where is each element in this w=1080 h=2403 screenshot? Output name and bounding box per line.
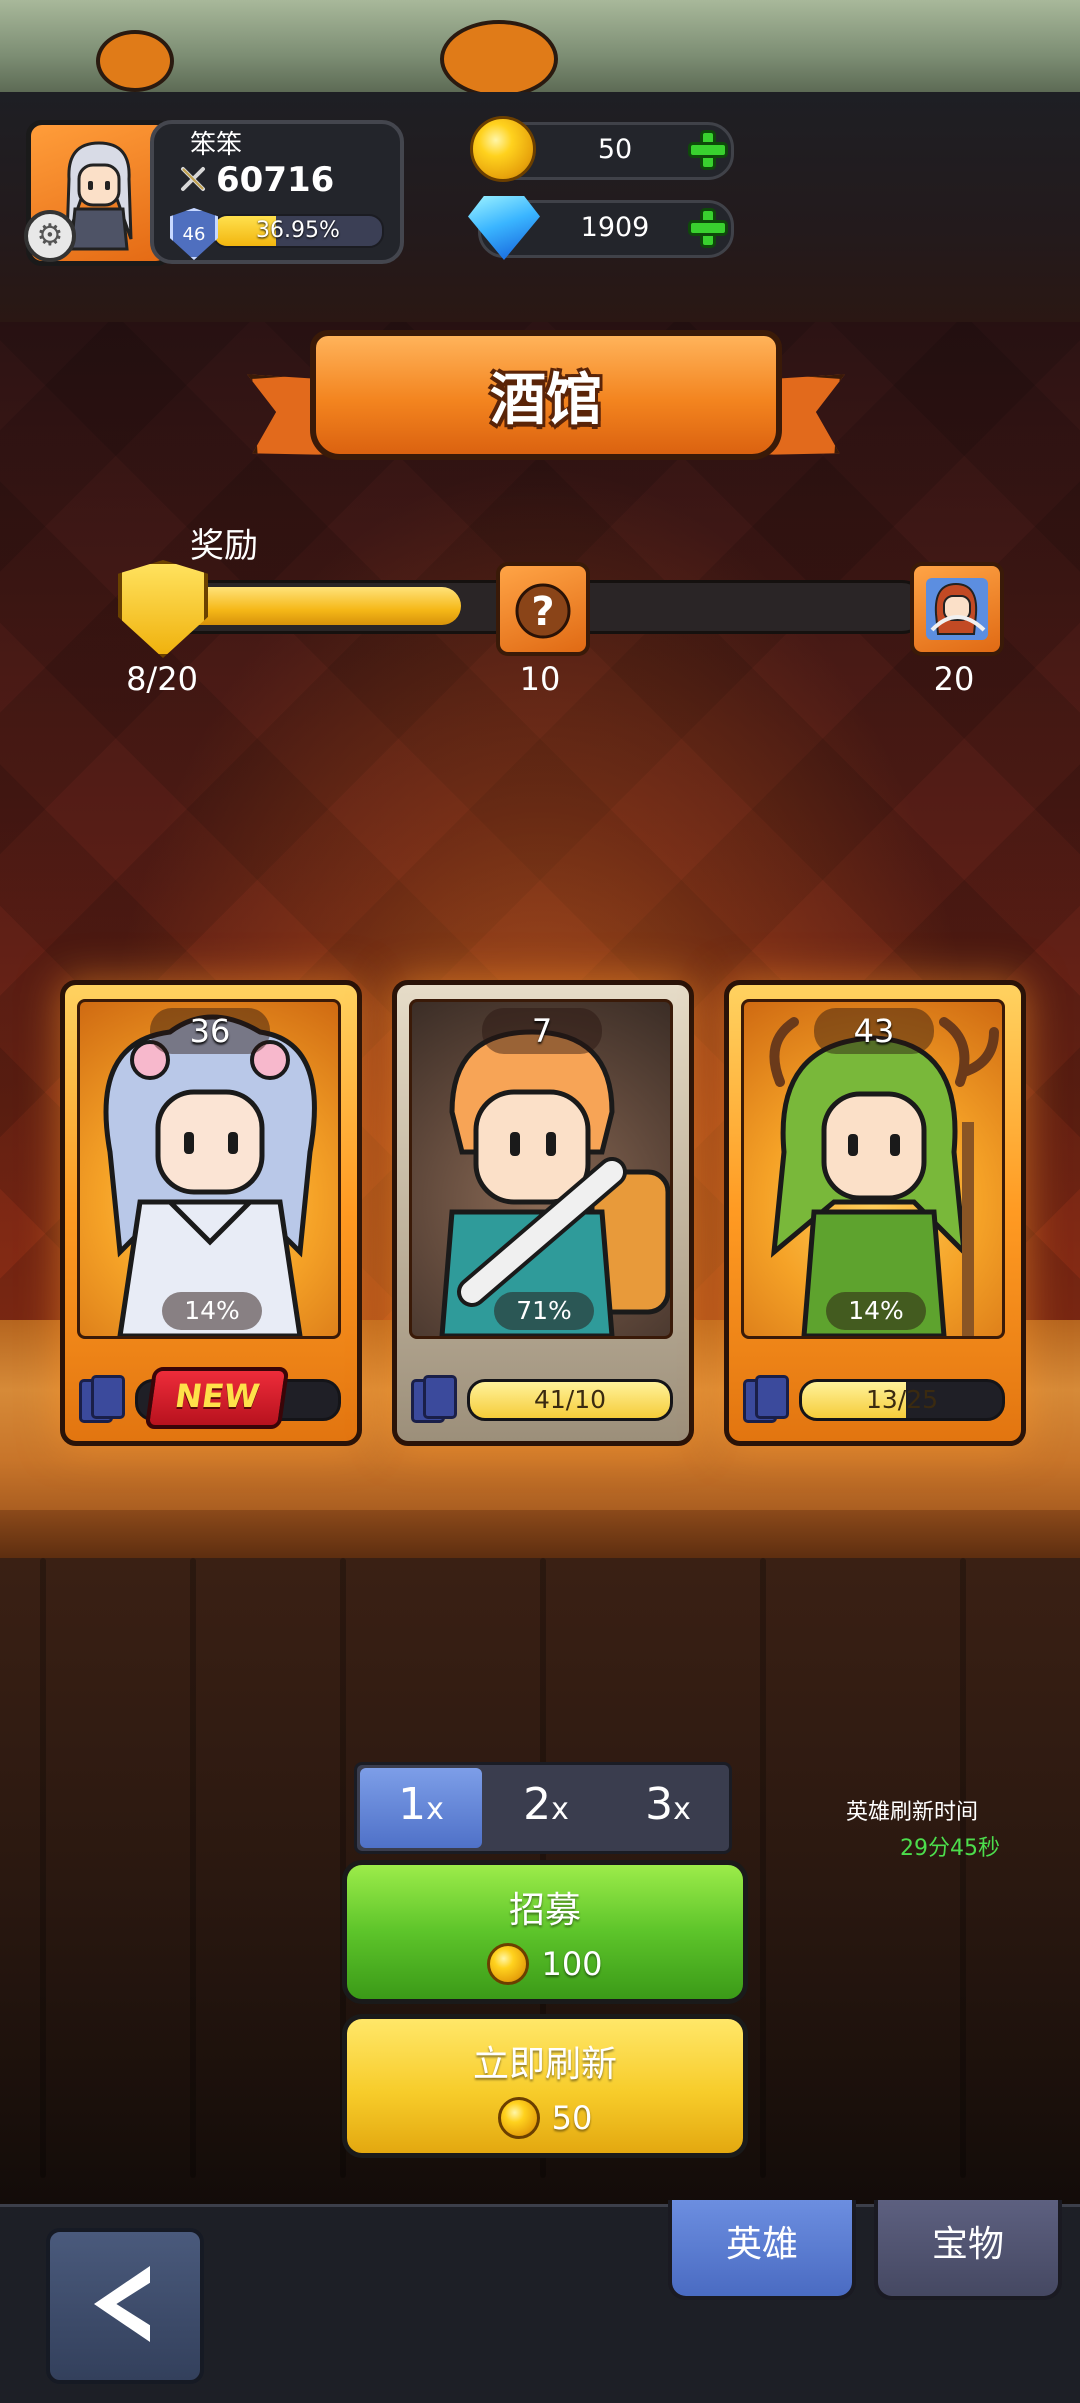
page-title: 酒馆 (490, 367, 602, 433)
multiplier-value: 1 (398, 1779, 427, 1830)
cards-icon (411, 1373, 457, 1423)
hero-art: 36 14% (77, 999, 341, 1339)
hero-recruit-rate: 14% (826, 1292, 926, 1330)
recruit-button[interactable]: 招募 100 (342, 1860, 748, 2004)
recruit-button-label: 招募 (508, 1890, 581, 1931)
reward-milestone-2: 20 (933, 660, 975, 698)
tab-treasures[interactable]: 宝物 (874, 2200, 1062, 2300)
hero-reward-chest[interactable] (910, 562, 1004, 656)
add-gem-button[interactable] (684, 204, 732, 252)
hero-art: 7 71% (409, 999, 673, 1339)
gold-coin-icon (470, 116, 536, 182)
hero-level: 36 (150, 1008, 270, 1054)
exp-percent: 36.95% (256, 218, 340, 243)
gear-icon[interactable]: ⚙ (24, 210, 76, 262)
hero-card-2[interactable]: 7 71% 41/10 (392, 980, 694, 1446)
exp-progress-bar: 36.95% (212, 214, 384, 248)
reward-progress-text: 8/20 (126, 660, 198, 698)
multiplier-suffix: x (426, 1792, 444, 1827)
new-badge: NEW (144, 1367, 290, 1429)
question-mark-icon: ? (515, 583, 571, 639)
gold-coin-icon (497, 2097, 540, 2139)
cards-icon (79, 1373, 125, 1423)
multiplier-2x-button[interactable]: 2x (485, 1765, 607, 1851)
hero-level: 7 (482, 1008, 602, 1054)
hero-level: 43 (814, 1008, 934, 1054)
gold-coin-icon (487, 1943, 530, 1985)
crossed-swords-icon (181, 167, 205, 191)
multiplier-3x-button[interactable]: 3x (607, 1765, 729, 1851)
hero-recruit-rate: 71% (494, 1292, 594, 1330)
hero-fragment-bar: 13/25 (799, 1379, 1005, 1421)
back-button[interactable] (46, 2228, 204, 2384)
hero-fragment-count: 13/25 (865, 1385, 939, 1414)
refresh-timer-label: 英雄刷新时间 (846, 1800, 979, 1825)
refresh-now-button[interactable]: 立即刷新 50 (342, 2014, 748, 2158)
gem-amount: 1909 (580, 212, 650, 243)
add-gold-button[interactable] (684, 126, 732, 174)
reward-milestone-1: 10 (519, 660, 561, 698)
hero-art: 43 14% (741, 999, 1005, 1339)
tavern-banner: 酒馆 (310, 330, 782, 460)
reward-label: 奖励 (190, 526, 258, 566)
refresh-cost: 50 (347, 2097, 743, 2139)
svg-text:?: ? (531, 589, 554, 635)
archer-hero-icon (926, 578, 988, 640)
hero-recruit-rate: 14% (162, 1292, 262, 1330)
refresh-button-label: 立即刷新 (472, 2044, 617, 2085)
back-arrow-icon (94, 2266, 150, 2342)
hero-fragment-bar: 41/10 (467, 1379, 673, 1421)
multiplier-value: 3 (645, 1779, 674, 1830)
table-edge (0, 1510, 1080, 1558)
hero-card-3[interactable]: 43 14% 13/25 (724, 980, 1026, 1446)
player-level: 46 (182, 223, 206, 245)
recruit-cost: 100 (347, 1943, 743, 1985)
pumpkin-decoration (96, 30, 174, 92)
hero-fragment-count: 41/10 (533, 1385, 607, 1414)
top-scenery (0, 0, 1080, 98)
recruit-cost-value: 100 (541, 1945, 603, 1983)
mystery-reward-chest[interactable]: ? (496, 562, 590, 656)
multiplier-1x-button[interactable]: 1x (360, 1768, 482, 1848)
refresh-timer-value: 29分45秒 (900, 1836, 1000, 1861)
tab-heroes[interactable]: 英雄 (668, 2200, 856, 2300)
combat-power: 60716 (216, 160, 335, 200)
multiplier-value: 2 (523, 1779, 552, 1830)
recruit-multiplier-selector: 1x 2x 3x (354, 1762, 732, 1854)
hero-card-1[interactable]: 36 14% NEW (60, 980, 362, 1446)
player-name: 笨笨 (190, 130, 243, 160)
multiplier-suffix: x (673, 1792, 691, 1827)
multiplier-suffix: x (551, 1792, 569, 1827)
pumpkin-decoration (440, 20, 558, 98)
cards-icon (743, 1373, 789, 1423)
refresh-cost-value: 50 (551, 2099, 593, 2137)
gold-amount: 50 (597, 134, 633, 165)
